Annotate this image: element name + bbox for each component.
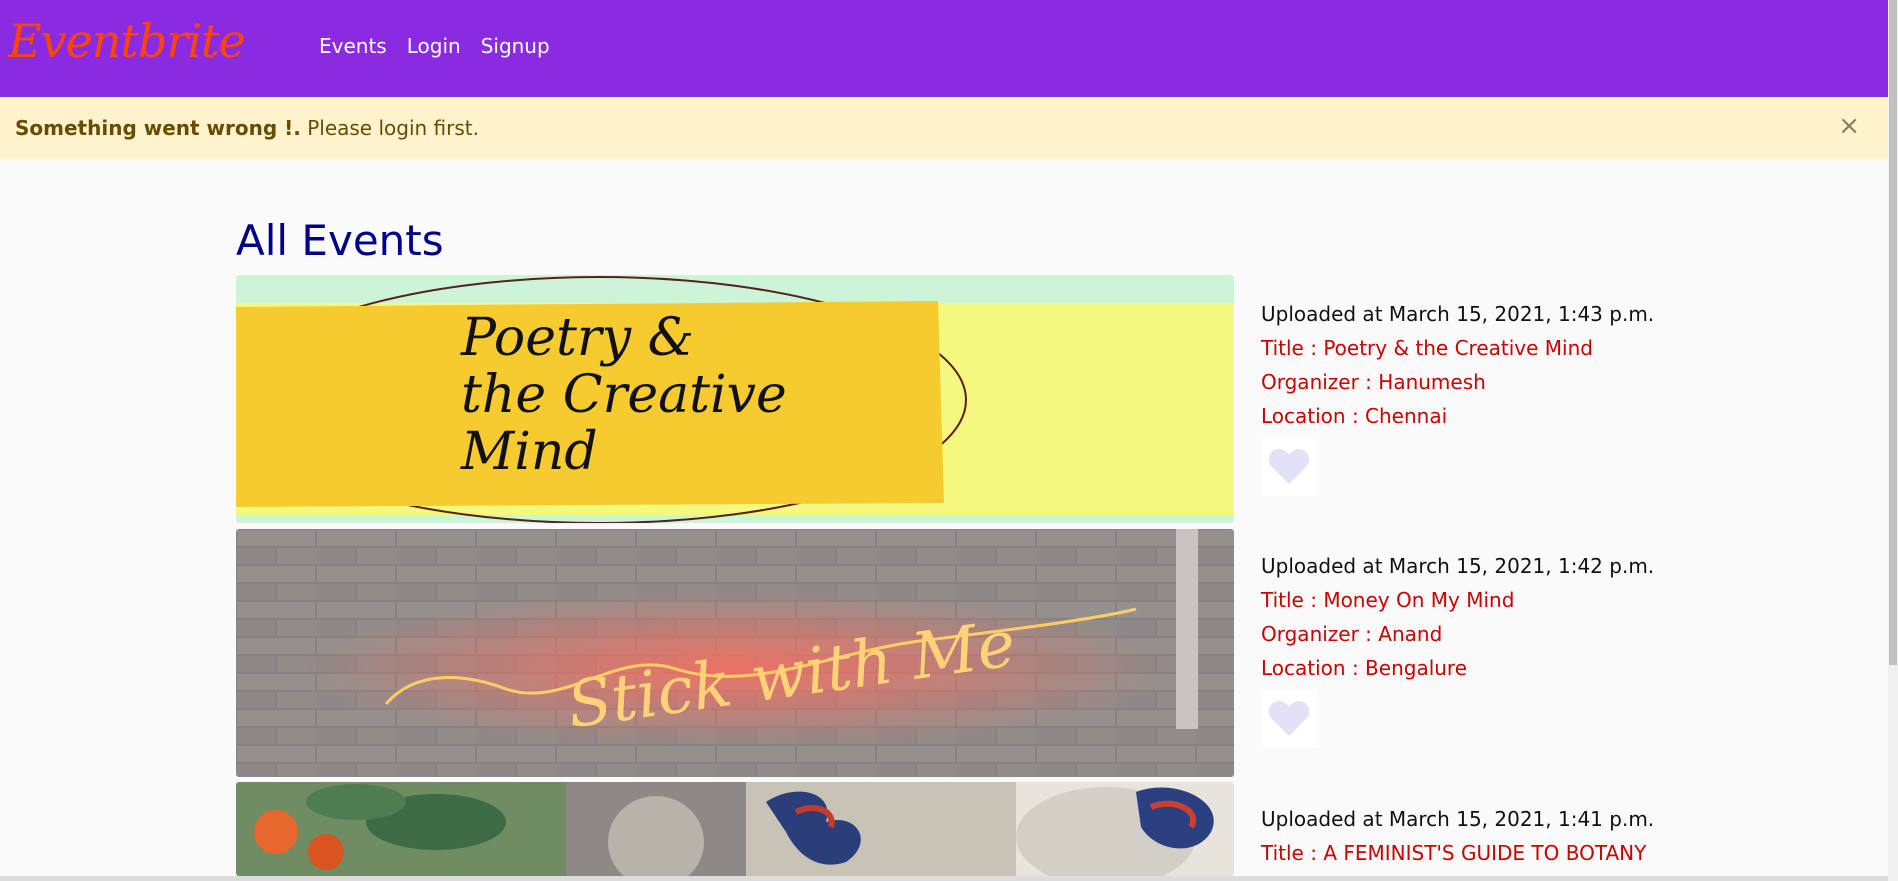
navbar: Eventbrite Events Login Signup bbox=[0, 0, 1888, 97]
banner-line-2: the Creative bbox=[461, 365, 787, 425]
neon-banner-image: Stick with Me bbox=[236, 529, 1234, 777]
botany-collage-image bbox=[236, 782, 1234, 876]
event-details-botany: Uploaded at March 15, 2021, 1:41 p.m. Ti… bbox=[1261, 807, 1654, 875]
poetry-banner-image: Poetry & the Creative Mind bbox=[236, 275, 1234, 523]
heart-icon bbox=[1268, 701, 1310, 736]
brand-logo[interactable]: Eventbrite bbox=[8, 14, 246, 68]
event-image-botany[interactable] bbox=[236, 782, 1234, 876]
event-title[interactable]: Title : Poetry & the Creative Mind bbox=[1261, 336, 1654, 360]
heart-icon bbox=[1268, 449, 1310, 484]
like-button[interactable] bbox=[1261, 438, 1317, 496]
banner-line-3: Mind bbox=[460, 422, 598, 482]
event-organizer: Organizer : Anand bbox=[1261, 622, 1443, 646]
event-organizer: Organizer : Hanumesh bbox=[1261, 370, 1486, 394]
event-image-neon[interactable]: Stick with Me bbox=[236, 529, 1234, 777]
event-details-poetry: Uploaded at March 15, 2021, 1:43 p.m. Ti… bbox=[1261, 302, 1654, 496]
nav-link-login[interactable]: Login bbox=[407, 34, 461, 58]
event-details-money: Uploaded at March 15, 2021, 1:42 p.m. Ti… bbox=[1261, 554, 1654, 748]
nav-links: Events Login Signup bbox=[319, 34, 550, 58]
event-image-poetry[interactable]: Poetry & the Creative Mind bbox=[236, 275, 1234, 523]
event-location: Location : Chennai bbox=[1261, 404, 1448, 428]
vertical-scrollbar[interactable] bbox=[1888, 0, 1898, 881]
event-title[interactable]: Title : A FEMINIST'S GUIDE TO BOTANY bbox=[1261, 841, 1654, 865]
horizontal-scrollbar[interactable] bbox=[0, 876, 1888, 881]
like-button[interactable] bbox=[1261, 690, 1317, 748]
banner-line-1: Poetry & bbox=[460, 308, 694, 368]
event-uploaded: Uploaded at March 15, 2021, 1:42 p.m. bbox=[1261, 554, 1655, 578]
alert-strong: Something went wrong !. bbox=[15, 116, 301, 140]
nav-link-events[interactable]: Events bbox=[319, 34, 387, 58]
close-icon[interactable]: × bbox=[1838, 113, 1860, 139]
error-alert: Something went wrong !. Please login fir… bbox=[0, 97, 1888, 159]
event-uploaded: Uploaded at March 15, 2021, 1:43 p.m. bbox=[1261, 302, 1655, 326]
alert-message: Something went wrong !. Please login fir… bbox=[15, 116, 479, 140]
page-title: All Events bbox=[236, 216, 444, 265]
event-uploaded: Uploaded at March 15, 2021, 1:41 p.m. bbox=[1261, 807, 1655, 831]
event-location: Location : Bengalure bbox=[1261, 656, 1468, 680]
event-title[interactable]: Title : Money On My Mind bbox=[1261, 588, 1654, 612]
nav-link-signup[interactable]: Signup bbox=[481, 34, 550, 58]
alert-text: Please login first. bbox=[300, 116, 479, 140]
scrollbar-thumb[interactable] bbox=[1889, 0, 1897, 665]
